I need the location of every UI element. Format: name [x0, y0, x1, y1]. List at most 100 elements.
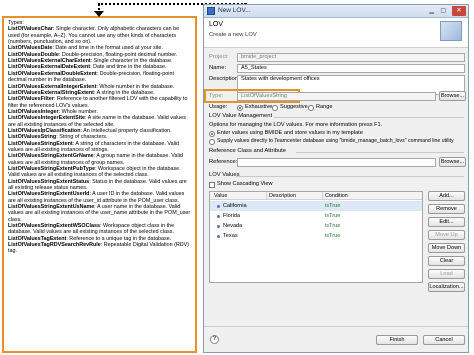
project-label: Project: [209, 54, 229, 60]
remove-button[interactable]: Remove [428, 204, 465, 214]
store-in-template-radio[interactable] [209, 131, 215, 137]
type-name: ListOfValuesIpClassification [8, 127, 81, 134]
type-name: ListOfValuesIntegerExtentSite [8, 115, 85, 122]
table-row[interactable]: Florida isTrue [210, 211, 422, 221]
group-divider [296, 152, 464, 153]
bullet-icon [217, 225, 220, 228]
reference-browse-button[interactable]: Browse... [439, 157, 466, 167]
supply-to-database-radio[interactable] [209, 139, 215, 145]
header-title: LOV [209, 21, 224, 28]
type-description: : An intellectual property classificatio… [80, 127, 172, 134]
description-label: Description: [209, 76, 240, 82]
lov-values-title: LOV Values [209, 172, 240, 178]
bullet-icon [217, 205, 220, 208]
table-row[interactable]: Nevada isTrue [210, 221, 422, 231]
types-list: ListOfValuesChar: Single character. Only… [8, 26, 191, 254]
bullet-icon [217, 235, 220, 238]
cancel-button[interactable]: Cancel [423, 335, 465, 345]
usage-suggestive-label: Suggestive [280, 104, 308, 110]
type-label: Type: [209, 93, 224, 99]
lov-values-table[interactable]: Value Description Condition California i… [209, 191, 423, 283]
usage-range-radio[interactable] [308, 105, 314, 111]
type-description: : Reference to a unique tag in the datab… [66, 235, 172, 242]
close-icon[interactable]: ✕ [452, 6, 466, 16]
reference-class-title: Reference Class and Attribute [209, 148, 287, 154]
edit-button[interactable]: Edit... [428, 217, 465, 227]
type-field: ListOfValuesString [237, 92, 436, 101]
type-entry: ListOfValuesFilter: Reference to another… [8, 96, 191, 109]
reference-label: Reference: [209, 159, 238, 165]
type-name: ListOfValuesStringExtentUsName [8, 204, 95, 211]
help-icon[interactable]: ? [210, 335, 219, 344]
type-name: ListOfValuesStringExtentGrName [8, 153, 94, 160]
usage-label: Usage: [209, 104, 228, 110]
column-divider [322, 192, 323, 200]
column-header-condition[interactable]: Condition [325, 192, 348, 200]
type-entry: ListOfValuesChar: Single character. Only… [8, 26, 191, 45]
wizard-banner-icon [440, 21, 462, 41]
type-name: ListOfValuesStringExtentWSOClass [8, 223, 100, 230]
table-row[interactable]: California isTrue [210, 201, 422, 211]
new-lov-dialog: New LOV... ▁ ▢ ✕ LOV Create a new LOV Pr… [203, 4, 469, 353]
type-entry: ListOfValuesStringExtentStatus: Status i… [8, 179, 191, 192]
window-title: New LOV... [218, 7, 251, 14]
title-bar: New LOV... ▁ ▢ ✕ [204, 5, 468, 18]
row-value: Nevada [223, 223, 243, 229]
column-header-value[interactable]: Value [214, 192, 227, 200]
reference-field[interactable] [237, 158, 436, 167]
table-row[interactable]: Texas isTrue [210, 231, 422, 241]
move-down-button[interactable]: Move Down [428, 243, 465, 253]
type-name: ListOfValuesTagExtent [8, 235, 67, 242]
type-description: : Single character in the database. [90, 58, 173, 65]
type-name: ListOfValuesFilter [8, 96, 54, 103]
row-value: Texas [223, 233, 238, 239]
type-browse-button[interactable]: Browse... [439, 91, 466, 101]
wizard-header: LOV Create a new LOV [204, 18, 468, 48]
row-value: Florida [223, 213, 241, 219]
group-divider [236, 176, 464, 177]
type-entry: ListOfValuesStringExtentGrName: A group … [8, 153, 191, 166]
type-description: : Date and time in the format used at yo… [52, 45, 163, 52]
project-field: bmide_project [237, 53, 465, 62]
name-field[interactable]: A5_States [237, 64, 465, 73]
type-entry: ListOfValuesStringExtentUserId: A user I… [8, 191, 191, 204]
type-name: ListOfValuesExternalIntegerExtent [8, 83, 97, 90]
show-cascading-checkbox[interactable] [209, 182, 215, 188]
minimize-icon[interactable]: ▁ [429, 7, 434, 15]
maximize-icon[interactable]: ▢ [440, 7, 446, 15]
column-header-description[interactable]: Description [269, 192, 296, 200]
type-name: ListOfValuesChar [8, 26, 53, 33]
type-description: : Whole number in the database. [96, 83, 175, 90]
usage-suggestive-radio[interactable] [272, 105, 278, 111]
type-entry: ListOfValuesStringExtentUsName: A user n… [8, 204, 191, 223]
type-name: ListOfValuesDouble [8, 51, 59, 58]
type-name: ListOfValuesInteger [8, 108, 59, 115]
type-entry: ListOfValuesStringExtentWSOClass: Worksp… [8, 223, 191, 236]
bullet-icon [217, 215, 220, 218]
name-label: Name: [209, 65, 227, 71]
usage-exhaustive-radio[interactable] [237, 105, 243, 111]
finish-button[interactable]: Finish [376, 335, 418, 345]
type-name: ListOfValuesExternalDoubleExtent [8, 70, 97, 77]
row-condition: isTrue [325, 213, 341, 219]
types-annotation-panel: Types: ListOfValuesChar: Single characte… [2, 16, 197, 353]
clear-button[interactable]: Clear [428, 256, 465, 266]
type-name: ListOfValuesTagRDVSearchRevRule [8, 242, 101, 249]
arrow-down-icon [94, 11, 104, 17]
add-button[interactable]: Add... [428, 191, 465, 201]
value-management-description: Options for managing the LOV values. For… [209, 122, 383, 128]
row-condition: isTrue [325, 223, 341, 229]
supply-to-database-label: Supply values directly to Teamcenter dat… [217, 138, 454, 144]
move-up-button[interactable]: Move Up [428, 230, 465, 240]
localization-button[interactable]: Localization... [428, 282, 465, 292]
row-value: California [223, 203, 247, 209]
header-subtitle: Create a new LOV [209, 32, 257, 38]
value-management-title: LOV Value Management [209, 113, 273, 119]
table-header: Value Description Condition [210, 192, 422, 200]
load-button[interactable]: Load [428, 269, 465, 279]
store-in-template-label: Enter values using BMIDE and store value… [217, 130, 363, 136]
column-divider [266, 192, 267, 200]
show-cascading-label: Show Cascading View [217, 181, 273, 187]
dialog-footer: ? Finish Cancel [204, 326, 468, 352]
type-name: ListOfValuesExternalCharExtent [8, 58, 91, 65]
